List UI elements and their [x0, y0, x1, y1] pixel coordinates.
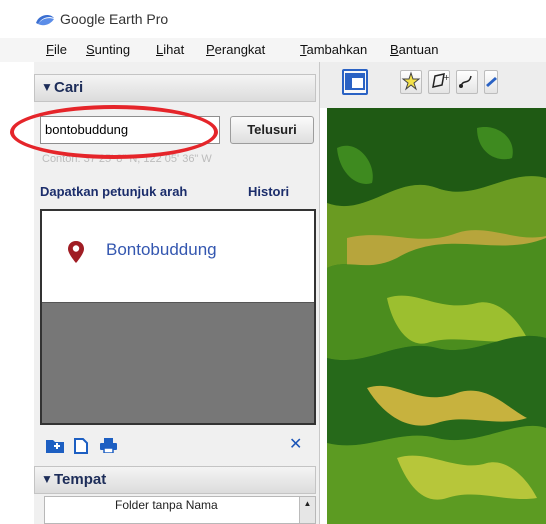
title-bar: Google Earth Pro	[0, 0, 546, 38]
sidebar-toggle-icon	[345, 73, 365, 90]
copy-icon[interactable]	[74, 438, 89, 454]
map-pin-icon	[68, 241, 84, 263]
places-section-title: Tempat	[54, 471, 107, 488]
path-icon	[459, 75, 472, 88]
google-earth-logo-icon	[36, 15, 54, 26]
directions-link[interactable]: Dapatkan petunjuk arah	[40, 184, 187, 199]
menu-file[interactable]: File	[46, 42, 67, 57]
svg-text:+: +	[443, 73, 449, 82]
menu-sunting[interactable]: Sunting	[86, 42, 130, 57]
scroll-up-arrow-icon[interactable]: ▲	[299, 497, 315, 523]
add-folder-icon[interactable]	[46, 438, 64, 453]
places-section-header[interactable]: ▼ Tempat	[34, 466, 316, 494]
add-polygon-button[interactable]: +	[428, 70, 450, 94]
search-results-panel: Bontobuddung	[40, 209, 316, 425]
collapse-caret-icon: ▼	[41, 80, 53, 94]
map-view[interactable]	[327, 108, 546, 524]
polygon-icon: +	[432, 73, 450, 88]
placemark-icon	[401, 71, 421, 91]
search-button[interactable]: Telusuri	[230, 116, 314, 144]
results-toolbar: ✕	[34, 430, 320, 460]
search-result-name[interactable]: Bontobuddung	[106, 240, 217, 260]
add-overlay-button[interactable]	[484, 70, 498, 94]
tree-folder-label[interactable]: Folder tanpa Nama	[115, 498, 218, 512]
add-path-button[interactable]	[456, 70, 478, 94]
map-toolbar: +	[320, 62, 546, 108]
side-panel: ▼ Cari bontobuddung Telusuri Contoh: 37 …	[34, 62, 320, 524]
history-link[interactable]: Histori	[248, 184, 289, 199]
sidebar-toggle-button[interactable]	[342, 69, 368, 95]
print-icon[interactable]	[100, 438, 117, 453]
window-title: Google Earth Pro	[60, 11, 169, 27]
close-icon[interactable]: ✕	[289, 434, 302, 454]
menu-lihat[interactable]: Lihat	[156, 42, 184, 57]
menu-tambahkan[interactable]: Tambahkan	[300, 42, 367, 57]
menu-perangkat[interactable]: Perangkat	[206, 42, 265, 57]
overlay-icon	[486, 77, 497, 87]
search-section-title: Cari	[54, 79, 84, 96]
search-input[interactable]: bontobuddung	[40, 116, 220, 144]
collapse-caret-icon: ▼	[41, 472, 53, 486]
search-section-header[interactable]: ▼ Cari	[34, 74, 316, 102]
satellite-imagery	[327, 108, 546, 524]
menu-bantuan[interactable]: Bantuan	[390, 42, 438, 57]
add-placemark-button[interactable]	[400, 70, 422, 94]
search-result-item[interactable]: Bontobuddung	[42, 211, 314, 303]
places-tree[interactable]: Folder tanpa Nama ▲	[44, 496, 316, 524]
search-hint-text: Contoh: 37 25' 8" N, 122 05' 36" W	[42, 153, 212, 165]
menu-bar: File Sunting Lihat Perangkat Tambahkan B…	[0, 38, 546, 62]
